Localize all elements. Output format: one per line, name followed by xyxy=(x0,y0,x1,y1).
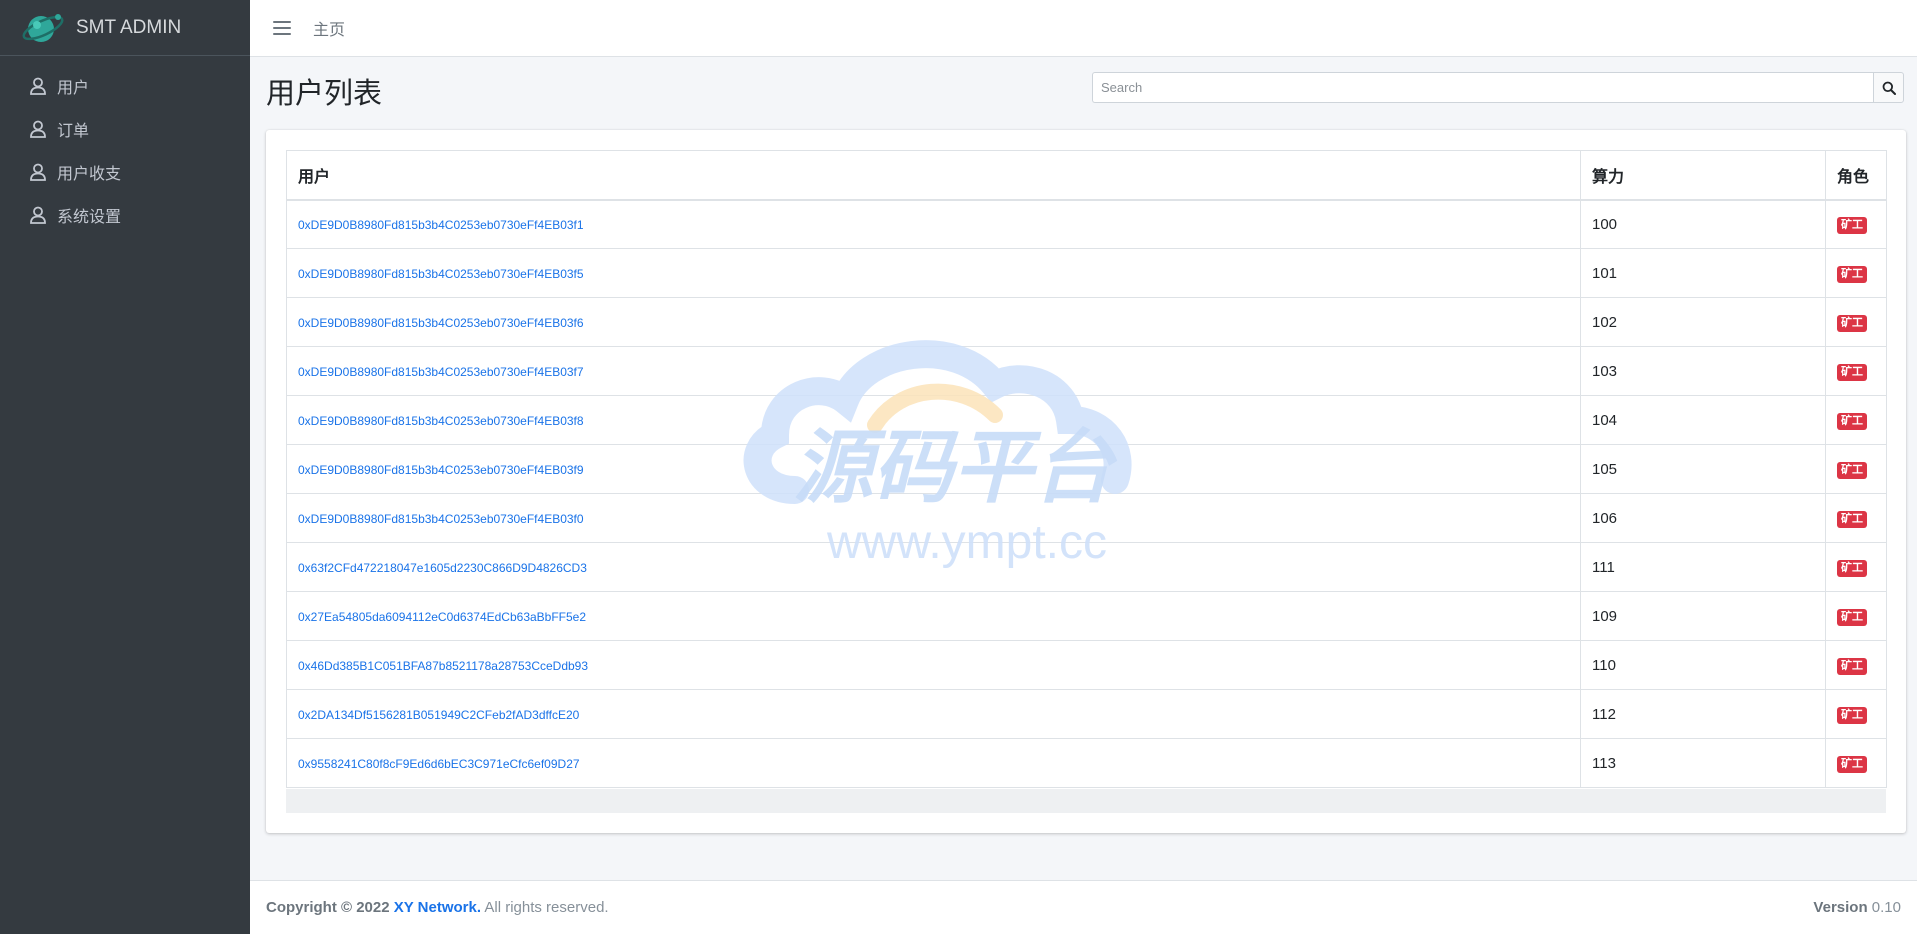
brand[interactable]: SMT ADMIN xyxy=(0,0,250,56)
role-badge: 矿工 xyxy=(1837,216,1867,234)
table-footer-bar xyxy=(286,789,1886,813)
power-value: 112 xyxy=(1580,689,1826,739)
role-badge: 矿工 xyxy=(1837,608,1867,626)
power-value: 109 xyxy=(1580,591,1826,641)
table-row: 0xDE9D0B8980Fd815b3b4C0253eb0730eFf4EB03… xyxy=(286,346,1887,396)
role-badge: 矿工 xyxy=(1837,755,1867,773)
table-row: 0xDE9D0B8980Fd815b3b4C0253eb0730eFf4EB03… xyxy=(286,444,1887,494)
user-icon xyxy=(28,205,48,225)
power-value: 105 xyxy=(1580,444,1826,494)
role-badge: 矿工 xyxy=(1837,265,1867,283)
user-table: 用户 算力 角色 0xDE9D0B8980Fd815b3b4C0253eb073… xyxy=(286,150,1887,788)
footer-version: Version 0.10 xyxy=(1813,899,1901,916)
power-value: 102 xyxy=(1580,297,1826,347)
user-address-link[interactable]: 0x9558241C80f8cF9Ed6d6bEC3C971eCfc6ef09D… xyxy=(298,757,580,771)
sidebar-item-label: 用户 xyxy=(57,79,90,97)
role-badge: 矿工 xyxy=(1837,412,1867,430)
page-title: 用户列表 xyxy=(266,78,383,110)
user-address-link[interactable]: 0x63f2CFd472218047e1605d2230C866D9D4826C… xyxy=(298,561,587,575)
version-number: 0.10 xyxy=(1871,899,1901,916)
user-address-link[interactable]: 0xDE9D0B8980Fd815b3b4C0253eb0730eFf4EB03… xyxy=(298,463,584,477)
power-value: 101 xyxy=(1580,248,1826,298)
role-badge: 矿工 xyxy=(1837,314,1867,332)
user-list-card: 用户 算力 角色 0xDE9D0B8980Fd815b3b4C0253eb073… xyxy=(266,130,1906,833)
table-row: 0xDE9D0B8980Fd815b3b4C0253eb0730eFf4EB03… xyxy=(286,395,1887,445)
user-address-link[interactable]: 0xDE9D0B8980Fd815b3b4C0253eb0730eFf4EB03… xyxy=(298,365,584,379)
table-header-row: 用户 算力 角色 xyxy=(286,150,1887,201)
power-value: 110 xyxy=(1580,640,1826,690)
version-label: Version xyxy=(1813,899,1868,916)
table-row: 0xDE9D0B8980Fd815b3b4C0253eb0730eFf4EB03… xyxy=(286,248,1887,298)
table-row: 0x46Dd385B1C051BFA87b8521178a28753CceDdb… xyxy=(286,640,1887,690)
user-address-link[interactable]: 0xDE9D0B8980Fd815b3b4C0253eb0730eFf4EB03… xyxy=(298,316,584,330)
table-row: 0xDE9D0B8980Fd815b3b4C0253eb0730eFf4EB03… xyxy=(286,493,1887,543)
table-row: 0x63f2CFd472218047e1605d2230C866D9D4826C… xyxy=(286,542,1887,592)
power-value: 111 xyxy=(1580,542,1826,592)
user-icon xyxy=(28,162,48,182)
sidebar: SMT ADMIN 用户 订单 用户收支 系统设置 xyxy=(0,0,250,934)
top-navbar: 主页 xyxy=(250,0,1917,57)
column-header-role: 角色 xyxy=(1825,150,1887,201)
brand-logo-icon xyxy=(22,13,64,42)
sidebar-nav: 用户 订单 用户收支 系统设置 xyxy=(0,56,250,236)
power-value: 103 xyxy=(1580,346,1826,396)
column-header-power: 算力 xyxy=(1580,150,1826,201)
user-address-link[interactable]: 0x46Dd385B1C051BFA87b8521178a28753CceDdb… xyxy=(298,659,588,673)
home-link[interactable]: 主页 xyxy=(313,16,345,40)
role-badge: 矿工 xyxy=(1837,363,1867,381)
user-address-link[interactable]: 0x2DA134Df5156281B051949C2CFeb2fAD3dffcE… xyxy=(298,708,579,722)
sidebar-item-users[interactable]: 用户 xyxy=(0,64,250,107)
brand-name: SMT ADMIN xyxy=(76,16,182,38)
power-value: 113 xyxy=(1580,738,1826,788)
page-footer: Copyright © 2022 XY Network. All rights … xyxy=(250,880,1917,934)
user-icon xyxy=(28,119,48,139)
user-address-link[interactable]: 0xDE9D0B8980Fd815b3b4C0253eb0730eFf4EB03… xyxy=(298,414,584,428)
column-header-user: 用户 xyxy=(286,150,1581,201)
company-link[interactable]: XY Network. xyxy=(394,899,481,916)
power-value: 106 xyxy=(1580,493,1826,543)
sidebar-item-label: 系统设置 xyxy=(57,208,122,226)
footer-copyright: Copyright © 2022 XY Network. All rights … xyxy=(266,899,609,916)
rights-text: All rights reserved. xyxy=(484,899,609,916)
role-badge: 矿工 xyxy=(1837,706,1867,724)
sidebar-item-label: 用户收支 xyxy=(57,165,122,183)
role-badge: 矿工 xyxy=(1837,657,1867,675)
sidebar-item-user-finance[interactable]: 用户收支 xyxy=(0,150,250,193)
copyright-text: Copyright © 2022 xyxy=(266,899,390,916)
user-address-link[interactable]: 0xDE9D0B8980Fd815b3b4C0253eb0730eFf4EB03… xyxy=(298,267,584,281)
search-button[interactable] xyxy=(1873,72,1904,103)
sidebar-item-label: 订单 xyxy=(57,122,90,140)
table-row: 0x9558241C80f8cF9Ed6d6bEC3C971eCfc6ef09D… xyxy=(286,738,1887,788)
sidebar-item-settings[interactable]: 系统设置 xyxy=(0,193,250,236)
search-input[interactable] xyxy=(1092,72,1873,103)
table-row: 0xDE9D0B8980Fd815b3b4C0253eb0730eFf4EB03… xyxy=(286,199,1887,249)
search-icon xyxy=(1882,81,1896,95)
power-value: 104 xyxy=(1580,395,1826,445)
user-address-link[interactable]: 0xDE9D0B8980Fd815b3b4C0253eb0730eFf4EB03… xyxy=(298,218,584,232)
role-badge: 矿工 xyxy=(1837,510,1867,528)
sidebar-item-orders[interactable]: 订单 xyxy=(0,107,250,150)
role-badge: 矿工 xyxy=(1837,461,1867,479)
user-address-link[interactable]: 0xDE9D0B8980Fd815b3b4C0253eb0730eFf4EB03… xyxy=(298,512,584,526)
user-address-link[interactable]: 0x27Ea54805da6094112eC0d6374EdCb63aBbFF5… xyxy=(298,610,586,624)
menu-toggle-icon[interactable] xyxy=(273,21,291,35)
table-body: 0xDE9D0B8980Fd815b3b4C0253eb0730eFf4EB03… xyxy=(286,199,1887,788)
role-badge: 矿工 xyxy=(1837,559,1867,577)
power-value: 100 xyxy=(1580,199,1826,249)
search-bar xyxy=(1092,72,1904,103)
user-icon xyxy=(28,76,48,96)
table-row: 0xDE9D0B8980Fd815b3b4C0253eb0730eFf4EB03… xyxy=(286,297,1887,347)
table-row: 0x27Ea54805da6094112eC0d6374EdCb63aBbFF5… xyxy=(286,591,1887,641)
table-row: 0x2DA134Df5156281B051949C2CFeb2fAD3dffcE… xyxy=(286,689,1887,739)
